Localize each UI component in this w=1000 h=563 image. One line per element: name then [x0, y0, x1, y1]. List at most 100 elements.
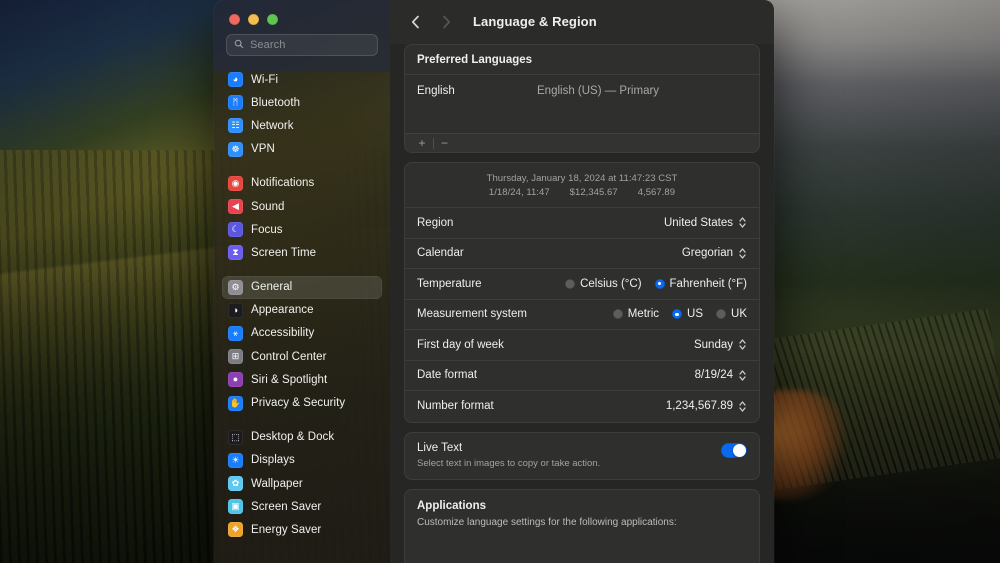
sidebar-item-displays[interactable]: ☀ Displays: [222, 449, 382, 472]
sidebar-item-label: Wallpaper: [251, 477, 303, 490]
popup-value: Gregorian: [681, 247, 733, 260]
row-label: Number format: [417, 400, 494, 413]
sidebar-item-vpn[interactable]: ☸ VPN: [222, 138, 382, 161]
sidebar-item-bluetooth[interactable]: ᛗ Bluetooth: [222, 91, 382, 114]
sidebar-group-separator: [222, 265, 382, 276]
close-button[interactable]: [229, 14, 240, 25]
preferred-languages-card: Preferred Languages English English (US) …: [404, 44, 760, 153]
radio-fahrenheit-f[interactable]: Fahrenheit (°F): [654, 277, 747, 290]
window-controls: [214, 0, 390, 25]
sidebar-group-separator: [222, 415, 382, 426]
sidebar-item-network[interactable]: ☷ Network: [222, 114, 382, 137]
format-row-first-day-of-week: First day of week Sunday: [405, 330, 759, 361]
row-label: Calendar: [417, 247, 464, 260]
maximize-button[interactable]: [267, 14, 278, 25]
radio-metric[interactable]: Metric: [612, 308, 660, 321]
live-text-toggle[interactable]: [721, 442, 747, 458]
sidebar-item-appearance[interactable]: ◑ Appearance: [222, 299, 382, 322]
applications-header: Applications Customize language settings…: [405, 490, 759, 528]
radio-dot: [716, 309, 727, 320]
radio-label: Metric: [627, 308, 660, 321]
popup-value: 1,234,567.89: [665, 400, 733, 413]
live-text-card: Live Text Select text in images to copy …: [404, 431, 760, 480]
network-icon: ☷: [228, 118, 243, 134]
page-title: Language & Region: [473, 14, 597, 29]
sidebar-item-label: Screen Saver: [251, 500, 322, 513]
chevron-updown-icon: [738, 369, 747, 382]
format-row-date-format: Date format 8/19/24: [405, 361, 759, 391]
radio-label: UK: [731, 308, 747, 321]
sidebar-item-sound[interactable]: ◀ Sound: [222, 195, 382, 218]
forward-button[interactable]: [435, 11, 457, 33]
formats-card: Thursday, January 18, 2024 at 11:47:23 C…: [404, 162, 760, 423]
sidebar-item-label: General: [251, 281, 293, 294]
sidebar-item-siri-spotlight[interactable]: ● Siri & Spotlight: [222, 368, 382, 391]
sidebar-item-label: Energy Saver: [251, 523, 322, 536]
language-detail: English (US) — Primary: [537, 85, 660, 97]
row-control: Celsius (°C) Fahrenheit (°F): [565, 278, 747, 290]
notifications-icon: ◉: [228, 175, 243, 191]
radio-label: Fahrenheit (°F): [669, 277, 747, 290]
format-rows: Region United States Calendar Gregorian Te…: [405, 208, 759, 422]
sidebar-item-screen-saver[interactable]: ▣ Screen Saver: [222, 495, 382, 518]
sidebar-item-label: Desktop & Dock: [251, 431, 335, 444]
preferred-languages-empty-space: [405, 107, 759, 133]
wallpaper-icon: ✿: [228, 476, 243, 492]
minimize-button[interactable]: [248, 14, 259, 25]
sidebar-item-wallpaper[interactable]: ✿ Wallpaper: [222, 472, 382, 495]
radio-celsius-c[interactable]: Celsius (°C): [565, 277, 642, 290]
sidebar-item-control-center[interactable]: ⊞ Control Center: [222, 345, 382, 368]
radio-dot: [612, 309, 623, 320]
popup-button-first-day-of-week[interactable]: Sunday: [694, 338, 747, 351]
add-language-button[interactable]: +: [411, 135, 433, 152]
format-row-region: Region United States: [405, 208, 759, 239]
chevron-updown-icon: [738, 338, 747, 351]
sound-icon: ◀: [228, 199, 243, 215]
radio-us[interactable]: US: [672, 308, 703, 320]
live-text-texts: Live Text Select text in images to copy …: [417, 442, 600, 469]
energy-saver-icon: ❖: [228, 522, 243, 538]
settings-scroll-area[interactable]: Preferred Languages English English (US) …: [390, 44, 774, 563]
radio-group-measurement-system: Metric US UK: [612, 308, 747, 321]
row-label: Measurement system: [417, 308, 527, 321]
radio-uk[interactable]: UK: [716, 308, 747, 320]
sidebar-item-screen-time[interactable]: ⧗ Screen Time: [222, 241, 382, 264]
sidebar-item-wi-fi[interactable]: ◕ Wi-Fi: [222, 68, 382, 91]
search-icon: [234, 36, 244, 54]
popup-button-region[interactable]: United States: [664, 216, 747, 229]
language-name: English: [417, 85, 455, 97]
radio-label: US: [687, 308, 704, 321]
row-label: First day of week: [417, 338, 504, 351]
remove-language-button[interactable]: −: [434, 135, 456, 152]
sidebar-item-energy-saver[interactable]: ❖ Energy Saver: [222, 518, 382, 541]
bluetooth-icon: ᛗ: [228, 95, 243, 111]
row-label: Region: [417, 216, 454, 229]
sidebar-item-general[interactable]: ⚙ General: [222, 275, 382, 299]
format-row-calendar: Calendar Gregorian: [405, 239, 759, 269]
screen-time-icon: ⧗: [228, 245, 243, 261]
accessibility-icon: ⚹: [228, 325, 243, 341]
sidebar-item-label: Focus: [251, 223, 283, 236]
language-row[interactable]: English English (US) — Primary: [405, 75, 759, 107]
applications-list: [405, 528, 759, 563]
chevron-updown-icon: [738, 247, 747, 260]
sidebar-item-label: Accessibility: [251, 327, 315, 340]
sidebar-item-privacy-security[interactable]: ✋ Privacy & Security: [222, 391, 382, 414]
popup-value: Sunday: [693, 338, 733, 351]
sidebar-item-label: Notifications: [251, 177, 315, 190]
popup-button-calendar[interactable]: Gregorian: [682, 247, 747, 260]
sidebar-group-separator: [222, 161, 382, 172]
back-button[interactable]: [404, 11, 426, 33]
popup-button-date-format[interactable]: 8/19/24: [695, 369, 747, 382]
search-container: Search: [214, 25, 390, 65]
sidebar-item-notifications[interactable]: ◉ Notifications: [222, 172, 382, 195]
popup-button-number-format[interactable]: 1,234,567.89: [666, 400, 747, 413]
radio-dot-selected: [672, 309, 683, 320]
preview-short-date: 1/18/24, 11:47: [488, 187, 550, 198]
sidebar-item-accessibility[interactable]: ⚹ Accessibility: [222, 322, 382, 345]
radio-label: Celsius (°C): [580, 277, 642, 290]
search-input[interactable]: Search: [226, 34, 378, 56]
sidebar-item-desktop-dock[interactable]: ⬚ Desktop & Dock: [222, 426, 382, 449]
popup-value: 8/19/24: [694, 369, 733, 382]
sidebar-item-focus[interactable]: ☾ Focus: [222, 218, 382, 241]
